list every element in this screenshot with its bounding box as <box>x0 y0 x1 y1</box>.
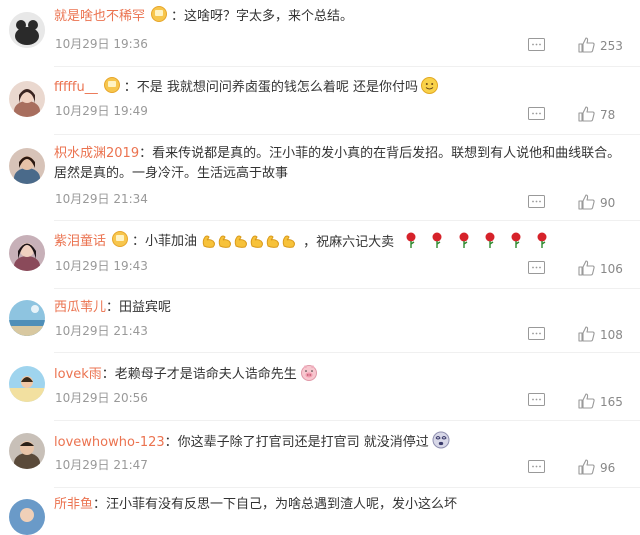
like-button[interactable]: 90 <box>578 194 615 214</box>
comment-text: ：汪小菲有没有反思一下自己，为啥总遇到渣人呢，发小这么坏 <box>93 497 458 512</box>
rose-emoji-icon <box>406 232 416 248</box>
emoji-strip: ，祝麻六记大卖 <box>201 232 549 256</box>
timestamp: 10月29日 21:47 <box>55 458 148 472</box>
like-count: 78 <box>600 108 616 122</box>
timestamp: 10月29日 20:56 <box>55 391 148 405</box>
like-count: 108 <box>600 328 623 342</box>
thumbs-up-icon <box>578 194 595 210</box>
comment-text: ：小菲加油 <box>132 234 198 249</box>
comment-text: ：这啥呀？字太多，来个总结。 <box>171 9 354 24</box>
username[interactable]: 就是啥也不稀罕 <box>54 9 145 24</box>
smile-emoji-icon <box>421 77 438 94</box>
dizzy-face-emoji-icon <box>432 431 450 449</box>
like-count: 165 <box>600 395 623 409</box>
strong-arm-emoji-icon <box>250 235 264 248</box>
vip-badge-icon <box>103 77 120 93</box>
username[interactable]: lovek雨 <box>54 367 102 382</box>
reply-icon[interactable] <box>528 327 545 340</box>
rose-emoji-icon <box>511 232 521 248</box>
divider <box>54 420 640 421</box>
comment-body: 西瓜苇儿：田益宾呢 <box>54 298 624 318</box>
comment-body: 所非鱼：汪小菲有没有反思一下自己，为啥总遇到渣人呢，发小这么坏 <box>54 495 624 515</box>
username[interactable]: 所非鱼 <box>54 497 93 512</box>
reply-icon[interactable] <box>528 195 545 208</box>
like-count: 106 <box>600 262 623 276</box>
username[interactable]: 西瓜苇儿 <box>54 300 106 315</box>
comment-text: ：不是 我就想问问养卤蛋的钱怎么着呢 还是你付吗 <box>123 80 418 95</box>
like-count: 96 <box>600 461 616 475</box>
thumbs-up-icon <box>578 459 595 475</box>
like-button[interactable]: 108 <box>578 326 623 346</box>
divider <box>54 66 640 67</box>
avatar[interactable] <box>9 81 45 117</box>
strong-arm-emoji-icon <box>202 235 216 248</box>
strong-arm-emoji-icon <box>218 235 232 248</box>
timestamp: 10月29日 19:49 <box>55 104 148 118</box>
divider <box>54 352 640 353</box>
strong-arm-emoji-icon <box>266 235 280 248</box>
divider <box>54 220 640 221</box>
username[interactable]: 枳水成渊2019 <box>54 146 139 161</box>
like-button[interactable]: 106 <box>578 260 623 280</box>
avatar[interactable] <box>9 148 45 184</box>
username[interactable]: 紫泪童话 <box>54 234 106 249</box>
reply-icon[interactable] <box>528 38 545 51</box>
rose-emoji-icon <box>432 232 442 248</box>
timestamp: 10月29日 19:36 <box>55 37 148 51</box>
reply-icon[interactable] <box>528 261 545 274</box>
reply-icon[interactable] <box>528 460 545 473</box>
pig-emoji-icon <box>300 365 317 381</box>
username[interactable]: fffffu__ <box>54 80 98 95</box>
avatar[interactable] <box>9 499 45 535</box>
comment-text: ：看来传说都是真的。汪小菲的发小真的在背后发招。联想到有人说他和曲线联合。居然是… <box>54 146 621 181</box>
thumbs-up-icon <box>578 326 595 342</box>
strong-arm-emoji-icon <box>282 235 296 248</box>
comment-body: fffffu__ ：不是 我就想问问养卤蛋的钱怎么着呢 还是你付吗 <box>54 77 624 98</box>
thumbs-up-icon <box>578 106 595 122</box>
timestamp: 10月29日 21:34 <box>55 192 148 206</box>
vip-badge-icon <box>112 231 129 247</box>
comment-list: 就是啥也不稀罕 ：这啥呀？字太多，来个总结。 10月29日 19:36 253 f… <box>0 0 640 535</box>
timestamp: 10月29日 21:43 <box>55 324 148 338</box>
avatar[interactable] <box>9 433 45 469</box>
rose-emoji-icon <box>537 232 547 248</box>
avatar[interactable] <box>9 235 45 271</box>
rose-emoji-icon <box>459 232 469 248</box>
divider <box>54 134 640 135</box>
comment-body: lovek雨：老赖母子才是诰命夫人诰命先生 <box>54 364 624 385</box>
reply-icon[interactable] <box>528 393 545 406</box>
comment-text: ：你这辈子除了打官司还是打官司 就没消停过 <box>164 435 429 450</box>
vip-badge-icon <box>151 6 168 22</box>
reply-icon[interactable] <box>528 107 545 120</box>
comment-text: ：老赖母子才是诰命夫人诰命先生 <box>101 367 297 382</box>
like-button[interactable]: 96 <box>578 459 615 479</box>
like-button[interactable]: 78 <box>578 106 615 126</box>
comment-body: 紫泪童话 ：小菲加油 ，祝麻六记大卖 <box>54 231 624 256</box>
like-count: 90 <box>600 196 616 210</box>
comment-text: ：田益宾呢 <box>106 300 172 315</box>
strong-arm-emoji-icon <box>234 235 248 248</box>
avatar[interactable] <box>9 12 45 48</box>
divider <box>54 288 640 289</box>
like-button[interactable]: 165 <box>578 393 623 413</box>
comment-body: lovewhowho-123：你这辈子除了打官司还是打官司 就没消停过 <box>54 431 624 453</box>
avatar[interactable] <box>9 300 45 336</box>
comment-body: 就是啥也不稀罕 ：这啥呀？字太多，来个总结。 <box>54 6 624 27</box>
thumbs-up-icon <box>578 37 595 53</box>
comment-body: 枳水成渊2019：看来传说都是真的。汪小菲的发小真的在背后发招。联想到有人说他和… <box>54 144 624 184</box>
avatar[interactable] <box>9 366 45 402</box>
username[interactable]: lovewhowho-123 <box>54 435 165 450</box>
like-button[interactable]: 253 <box>578 37 623 57</box>
divider <box>54 487 640 488</box>
thumbs-up-icon <box>578 260 595 276</box>
like-count: 253 <box>600 39 623 53</box>
timestamp: 10月29日 19:43 <box>55 259 148 273</box>
thumbs-up-icon <box>578 393 595 409</box>
rose-emoji-icon <box>485 232 495 248</box>
